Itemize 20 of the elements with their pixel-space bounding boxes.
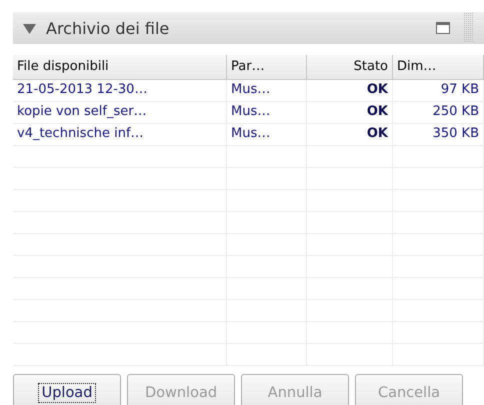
file-name-cell: 21-05-2013 12-30…	[13, 80, 227, 101]
column-header[interactable]: File disponibili	[13, 55, 227, 80]
panel-title: Archivio dei file	[46, 18, 170, 38]
size-cell: 250 KB	[393, 102, 484, 123]
size-cell: 97 KB	[393, 80, 484, 101]
column-header[interactable]: Par…	[227, 55, 307, 80]
file-name-cell: kopie von self_ser…	[13, 102, 227, 123]
status-cell: OK	[307, 80, 393, 101]
size-cell: 350 KB	[393, 124, 484, 145]
maximize-icon[interactable]	[436, 22, 450, 34]
table-cell: Mus…	[227, 124, 307, 145]
status-cell: OK	[307, 124, 393, 145]
column-header[interactable]: Dim…	[393, 55, 484, 80]
action-button[interactable]: Upload	[13, 374, 121, 405]
column-header[interactable]: Stato	[307, 55, 393, 80]
status-cell: OK	[307, 102, 393, 123]
table-cell: Mus…	[227, 102, 307, 123]
collapse-triangle-icon[interactable]	[23, 22, 36, 34]
table-cell: Mus…	[227, 80, 307, 101]
file-name-cell: v4_technische inf…	[13, 124, 227, 145]
